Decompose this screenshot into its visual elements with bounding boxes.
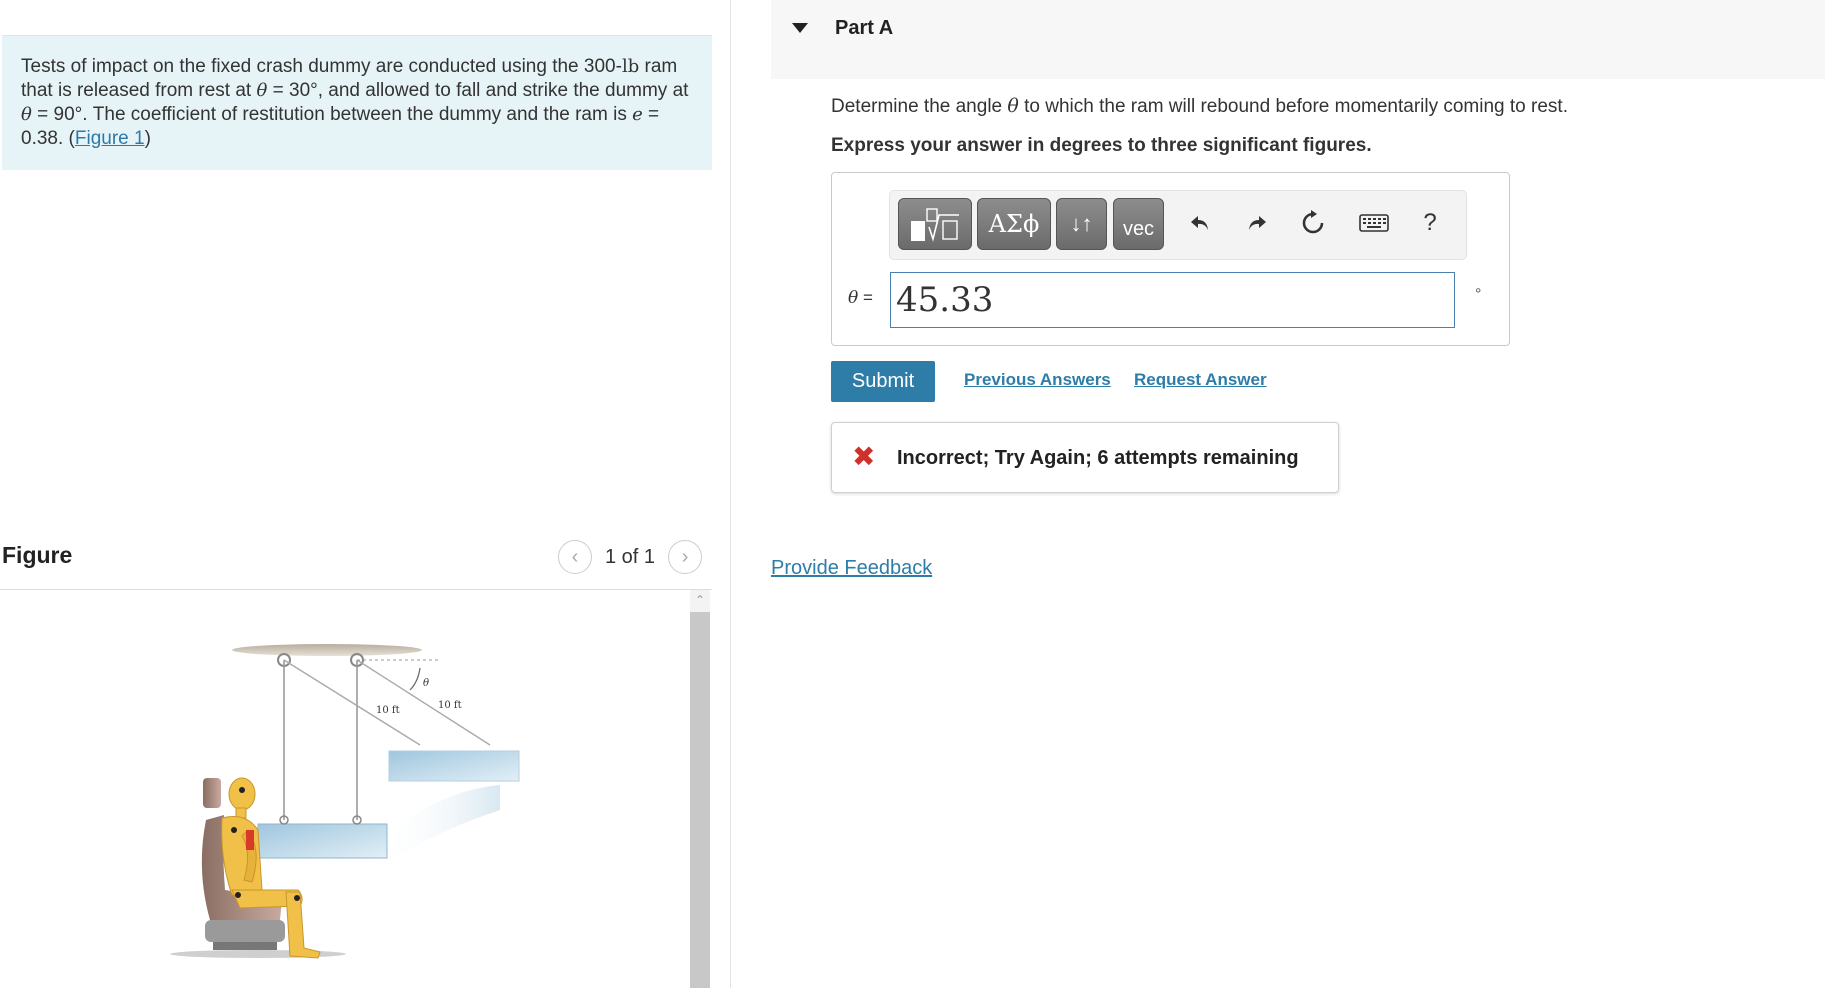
theta-symbol: θ [21,104,32,125]
previous-answers-link[interactable]: Previous Answers [964,370,1111,390]
figure-title: Figure [2,542,73,568]
part-a-header[interactable]: Part A [771,0,1825,79]
answer-instruction: Express your answer in degrees to three … [831,135,1372,156]
column-divider [730,0,731,988]
figure-length-right: 10 ft [438,700,462,711]
undo-icon[interactable] [1182,205,1218,241]
problem-text-4: = 90°. The coefficient of restitution be… [31,104,633,125]
templates-button[interactable] [898,198,972,250]
math-toolbar: ΑΣϕ ↓↑ vec ? [889,190,1467,260]
answer-input[interactable] [890,272,1455,328]
ram-released-position [388,750,520,782]
weight-unit: lb [621,56,640,77]
part-title: Part A [835,17,894,39]
help-icon[interactable]: ? [1412,205,1448,241]
templates-icon [911,208,959,242]
figure-link[interactable]: Figure 1 [75,128,145,149]
figure-navigation: ‹ 1 of 1 › [558,540,703,574]
problem-text-3: = 30°, and allowed to fall and strike th… [267,80,689,101]
problem-text-6: ) [144,128,151,149]
figure-theta-label: θ [423,678,429,689]
degree-unit: ° [1475,286,1482,303]
ceiling-beam [232,644,422,656]
restitution-symbol: e [632,104,643,125]
dummy-strap [246,830,254,850]
feedback-message-box: ✖ Incorrect; Try Again; 6 attempts remai… [831,422,1339,493]
submit-button[interactable]: Submit [831,361,935,402]
answer-panel: ΑΣϕ ↓↑ vec ? θ = ° [831,172,1510,346]
subscript-superscript-button[interactable]: ↓↑ [1056,198,1107,250]
scroll-thumb[interactable] [690,612,710,988]
figure-scrollbar[interactable]: ⌃ [690,590,710,988]
chevron-left-icon[interactable]: ‹ [558,540,592,574]
figure-length-left: 10 ft [376,705,400,716]
motion-blur [380,785,500,858]
vector-button[interactable]: vec [1113,198,1164,250]
problem-text-1: Tests of impact on the fixed crash dummy… [21,56,622,77]
figure-image: θ 10 ft 10 ft [0,590,690,988]
reset-icon[interactable] [1295,205,1331,241]
question-text: Determine the angle θ to which the ram w… [831,95,1568,117]
redo-icon[interactable] [1239,205,1275,241]
greek-symbols-button[interactable]: ΑΣϕ [977,198,1051,250]
theta-arc [409,667,421,691]
error-x-icon: ✖ [852,441,876,472]
answer-label: θ = [848,288,873,308]
figure-counter: 1 of 1 [605,545,656,568]
provide-feedback-link[interactable]: Provide Feedback [771,557,932,580]
ram-impact-position [257,823,388,859]
keyboard-icon[interactable] [1356,205,1392,241]
vertical-cables [283,660,358,820]
chevron-right-icon[interactable]: › [668,540,703,574]
scroll-up-icon[interactable]: ⌃ [690,590,710,610]
feedback-message: Incorrect; Try Again; 6 attempts remaini… [897,447,1299,469]
request-answer-link[interactable]: Request Answer [1134,370,1267,390]
theta-symbol: θ [256,80,268,101]
problem-statement: Tests of impact on the fixed crash dummy… [2,35,712,170]
left-panel: Tests of impact on the fixed crash dummy… [0,0,730,988]
collapse-caret-icon[interactable] [792,23,808,33]
question-theta: θ [1007,95,1019,117]
